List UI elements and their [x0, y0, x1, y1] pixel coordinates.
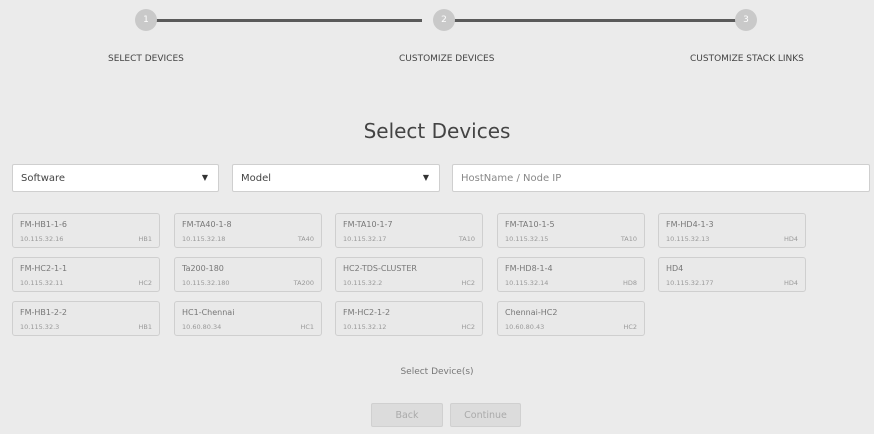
wizard-step-2-badge[interactable]: 2 — [433, 9, 455, 31]
device-card[interactable]: FM-TA40-1-8 10.115.32.18 TA40 — [174, 213, 322, 248]
model-select-value: Model — [241, 172, 272, 184]
device-name: Ta200-180 — [182, 264, 224, 273]
device-model: HC2 — [461, 323, 475, 331]
device-name: FM-HC2-1-1 — [20, 264, 68, 273]
caret-down-icon: ▼ — [201, 173, 208, 182]
wizard-step-1-badge[interactable]: 1 — [135, 9, 157, 31]
device-name: HC2-TDS-CLUSTER — [343, 264, 417, 273]
wizard-step-3-label: CUSTOMIZE STACK LINKS — [690, 54, 804, 64]
device-card[interactable]: FM-HB1-1-6 10.115.32.16 HB1 — [12, 213, 160, 248]
device-ip: 10.115.32.16 — [20, 235, 64, 243]
device-model: HC1 — [300, 323, 314, 331]
device-ip: 10.115.32.14 — [505, 279, 549, 287]
device-model: HD8 — [622, 279, 637, 287]
back-button[interactable]: Back — [371, 403, 443, 427]
device-card[interactable]: FM-HD8-1-4 10.115.32.14 HD8 — [497, 257, 645, 292]
device-ip: 10.115.32.12 — [343, 323, 387, 331]
selection-hint: Select Device(s) — [400, 367, 474, 377]
device-ip: 10.115.32.17 — [343, 235, 387, 243]
continue-button[interactable]: Continue — [450, 403, 521, 427]
device-model: HC2 — [623, 323, 637, 331]
caret-down-icon: ▼ — [422, 173, 429, 182]
select-devices-page: 1 2 3 SELECT DEVICES CUSTOMIZE DEVICES C… — [0, 0, 874, 434]
device-card[interactable]: FM-TA10-1-5 10.115.32.15 TA10 — [497, 213, 645, 248]
device-name: FM-TA10-1-7 — [343, 220, 393, 229]
device-model: HC2 — [461, 279, 475, 287]
device-ip: 10.115.32.177 — [666, 279, 714, 287]
device-ip: 10.60.80.43 — [505, 323, 545, 331]
device-name: FM-TA10-1-5 — [505, 220, 555, 229]
device-name: FM-HC2-1-2 — [343, 308, 391, 317]
device-card[interactable]: HC1-Chennai 10.60.80.34 HC1 — [174, 301, 322, 336]
device-model: TA10 — [620, 235, 637, 243]
hostname-search-input[interactable]: HostName / Node IP — [452, 164, 870, 192]
wizard-step-1-label: SELECT DEVICES — [108, 54, 184, 64]
wizard-step-2-label: CUSTOMIZE DEVICES — [399, 54, 495, 64]
device-ip: 10.115.32.3 — [20, 323, 60, 331]
device-ip: 10.115.32.2 — [343, 279, 383, 287]
device-ip: 10.115.32.180 — [182, 279, 230, 287]
device-ip: 10.115.32.11 — [20, 279, 64, 287]
model-select[interactable]: Model ▼ — [232, 164, 440, 192]
device-model: TA200 — [293, 279, 314, 287]
page-title: Select Devices — [363, 119, 511, 143]
device-name: HC1-Chennai — [182, 308, 235, 317]
device-name: FM-HB1-2-2 — [20, 308, 67, 317]
wizard-connector — [155, 19, 422, 22]
device-card[interactable]: FM-HC2-1-1 10.115.32.11 HC2 — [12, 257, 160, 292]
device-ip: 10.115.32.15 — [505, 235, 549, 243]
device-name: HD4 — [666, 264, 684, 273]
device-model: HD4 — [783, 235, 798, 243]
device-model: TA40 — [297, 235, 314, 243]
software-select[interactable]: Software ▼ — [12, 164, 219, 192]
device-name: FM-TA40-1-8 — [182, 220, 232, 229]
device-card[interactable]: Ta200-180 10.115.32.180 TA200 — [174, 257, 322, 292]
software-select-value: Software — [21, 172, 66, 184]
device-card[interactable]: HC2-TDS-CLUSTER 10.115.32.2 HC2 — [335, 257, 483, 292]
device-card[interactable]: HD4 10.115.32.177 HD4 — [658, 257, 806, 292]
device-model: HB1 — [138, 235, 152, 243]
device-name: Chennai-HC2 — [505, 308, 558, 317]
device-name: FM-HB1-1-6 — [20, 220, 67, 229]
device-model: HB1 — [138, 323, 152, 331]
device-card[interactable]: FM-TA10-1-7 10.115.32.17 TA10 — [335, 213, 483, 248]
device-card[interactable]: Chennai-HC2 10.60.80.43 HC2 — [497, 301, 645, 336]
device-ip: 10.60.80.34 — [182, 323, 222, 331]
device-model: TA10 — [458, 235, 475, 243]
device-card[interactable]: FM-HB1-2-2 10.115.32.3 HB1 — [12, 301, 160, 336]
device-name: FM-HD4-1-3 — [666, 220, 714, 229]
wizard-connector — [452, 19, 737, 22]
device-name: FM-HD8-1-4 — [505, 264, 553, 273]
wizard-step-3-badge[interactable]: 3 — [735, 9, 757, 31]
device-model: HC2 — [138, 279, 152, 287]
hostname-search-placeholder: HostName / Node IP — [461, 172, 562, 184]
device-card[interactable]: FM-HD4-1-3 10.115.32.13 HD4 — [658, 213, 806, 248]
device-model: HD4 — [783, 279, 798, 287]
device-ip: 10.115.32.13 — [666, 235, 710, 243]
device-card[interactable]: FM-HC2-1-2 10.115.32.12 HC2 — [335, 301, 483, 336]
device-ip: 10.115.32.18 — [182, 235, 226, 243]
